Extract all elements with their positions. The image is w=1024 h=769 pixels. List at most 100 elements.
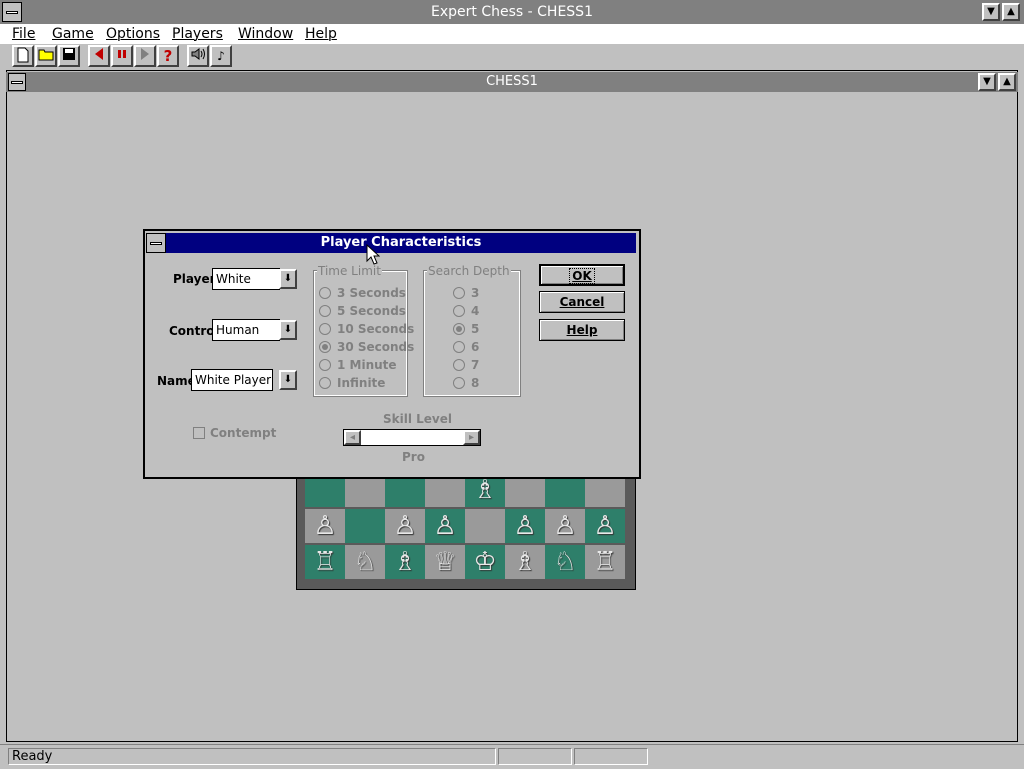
window-title: Expert Chess - CHESS1: [431, 4, 593, 20]
skill-right-button[interactable]: ▸: [463, 430, 480, 445]
chess-piece-icon: ♙: [553, 511, 577, 541]
toolbar: ? ♪: [0, 44, 1024, 68]
menu-window[interactable]: Window: [238, 24, 293, 44]
name-dropdown-button[interactable]: ⬇: [279, 370, 297, 390]
status-panel-2: [498, 748, 572, 765]
time-limit-radio-label: 3 Seconds: [337, 286, 406, 300]
time-limit-radio-label: 30 Seconds: [337, 340, 415, 354]
time-limit-radio[interactable]: [319, 359, 331, 371]
child-title-bar[interactable]: CHESS1 ▼ ▲: [6, 72, 1018, 92]
time-limit-radio[interactable]: [319, 377, 331, 389]
board-square[interactable]: ♙: [545, 509, 585, 543]
menu-help[interactable]: Help: [305, 24, 337, 44]
menu-options[interactable]: Options: [106, 24, 160, 44]
main-title-bar[interactable]: Expert Chess - CHESS1 ▼ ▲: [0, 0, 1024, 24]
search-depth-radio-label: 7: [471, 358, 480, 372]
open-button[interactable]: [35, 45, 57, 67]
menu-bar: File Game Options Players Window Help: [0, 24, 1024, 45]
time-limit-radio[interactable]: [319, 287, 331, 299]
name-select[interactable]: White Player: [191, 369, 273, 391]
board-square[interactable]: ♔: [465, 545, 505, 579]
search-depth-radio-label: 3: [471, 286, 480, 300]
contempt-checkbox[interactable]: [193, 427, 205, 439]
save-button[interactable]: [58, 45, 80, 67]
chess-piece-icon: ♙: [513, 511, 537, 541]
skill-level-scrollbar[interactable]: ◂ ▸: [343, 429, 481, 446]
board-square[interactable]: ♕: [425, 545, 465, 579]
chess-piece-icon: ♘: [553, 547, 577, 577]
search-depth-radio[interactable]: [453, 341, 465, 353]
forward-button[interactable]: [134, 45, 156, 67]
back-button[interactable]: [88, 45, 110, 67]
maximize-button[interactable]: ▲: [1002, 3, 1020, 21]
skill-level-label: Skill Level: [383, 412, 452, 426]
board-square[interactable]: ♖: [305, 545, 345, 579]
search-depth-radio[interactable]: [453, 377, 465, 389]
time-limit-radio[interactable]: [319, 323, 331, 335]
board-square[interactable]: ♗: [385, 545, 425, 579]
save-icon: [63, 48, 75, 60]
new-document-button[interactable]: [12, 45, 34, 67]
child-minimize-button[interactable]: ▼: [978, 73, 996, 91]
board-square[interactable]: [345, 509, 385, 543]
ok-button[interactable]: OK: [539, 264, 625, 286]
name-label: Name: [157, 374, 196, 388]
chess-board[interactable]: ♗ ♙ ♙ ♙ ♙ ♙ ♙ ♖ ♘ ♗ ♕ ♔ ♗ ♘ ♖: [296, 470, 636, 590]
time-limit-radio[interactable]: [319, 341, 331, 353]
menu-players[interactable]: Players: [172, 24, 223, 44]
search-depth-radio[interactable]: [453, 323, 465, 335]
search-depth-radio-label: 8: [471, 376, 480, 390]
minimize-button[interactable]: ▼: [982, 3, 1000, 21]
status-text: Ready: [8, 748, 496, 765]
chess-piece-icon: ♙: [313, 511, 337, 541]
time-limit-radio-label: 5 Seconds: [337, 304, 406, 318]
board-square[interactable]: ♙: [425, 509, 465, 543]
player-select[interactable]: White: [212, 268, 280, 290]
music-button[interactable]: ♪: [210, 45, 232, 67]
search-depth-radio[interactable]: [453, 287, 465, 299]
new-document-icon: [17, 47, 29, 63]
cancel-button[interactable]: Cancel: [539, 291, 625, 313]
board-square[interactable]: ♗: [505, 545, 545, 579]
menu-file[interactable]: File: [12, 24, 35, 44]
help-dialog-button[interactable]: Help: [539, 319, 625, 341]
control-select[interactable]: Human: [212, 319, 280, 341]
cancel-label: Cancel: [559, 295, 605, 309]
child-maximize-button[interactable]: ▲: [998, 73, 1016, 91]
chess-piece-icon: ♘: [353, 547, 377, 577]
chess-piece-icon: ♙: [433, 511, 457, 541]
time-limit-label: Time Limit: [317, 264, 382, 278]
help-question-icon: ?: [163, 47, 173, 65]
chess-piece-icon: ♙: [393, 511, 417, 541]
board-square[interactable]: ♙: [505, 509, 545, 543]
dialog-system-menu[interactable]: [146, 233, 166, 253]
mouse-cursor-icon: [366, 244, 380, 265]
chess-piece-icon: ♗: [513, 547, 537, 577]
time-limit-radio[interactable]: [319, 305, 331, 317]
sound-icon: [191, 48, 205, 60]
board-square[interactable]: ♘: [545, 545, 585, 579]
control-dropdown-button[interactable]: ⬇: [279, 320, 297, 340]
board-square[interactable]: [465, 509, 505, 543]
search-depth-label: Search Depth: [427, 264, 511, 278]
board-square[interactable]: ♘: [345, 545, 385, 579]
menu-game[interactable]: Game: [52, 24, 94, 44]
player-dropdown-button[interactable]: ⬇: [279, 269, 297, 289]
player-label: Player: [173, 272, 216, 286]
help-button[interactable]: ?: [157, 45, 179, 67]
search-depth-radio[interactable]: [453, 359, 465, 371]
skill-left-button[interactable]: ◂: [344, 430, 361, 445]
board-square[interactable]: ♖: [585, 545, 625, 579]
board-square[interactable]: ♙: [385, 509, 425, 543]
board-square[interactable]: ♙: [305, 509, 345, 543]
chess-piece-icon: ♗: [393, 547, 417, 577]
chess-piece-icon: ♕: [433, 547, 457, 577]
sound-button[interactable]: [187, 45, 209, 67]
back-arrow-icon: [95, 48, 103, 60]
board-square[interactable]: ♙: [585, 509, 625, 543]
dialog-title-bar[interactable]: Player Characteristics: [166, 233, 636, 253]
child-title: CHESS1: [486, 74, 538, 89]
chess-piece-icon: ♙: [593, 511, 617, 541]
pause-button[interactable]: [111, 45, 133, 67]
search-depth-radio[interactable]: [453, 305, 465, 317]
